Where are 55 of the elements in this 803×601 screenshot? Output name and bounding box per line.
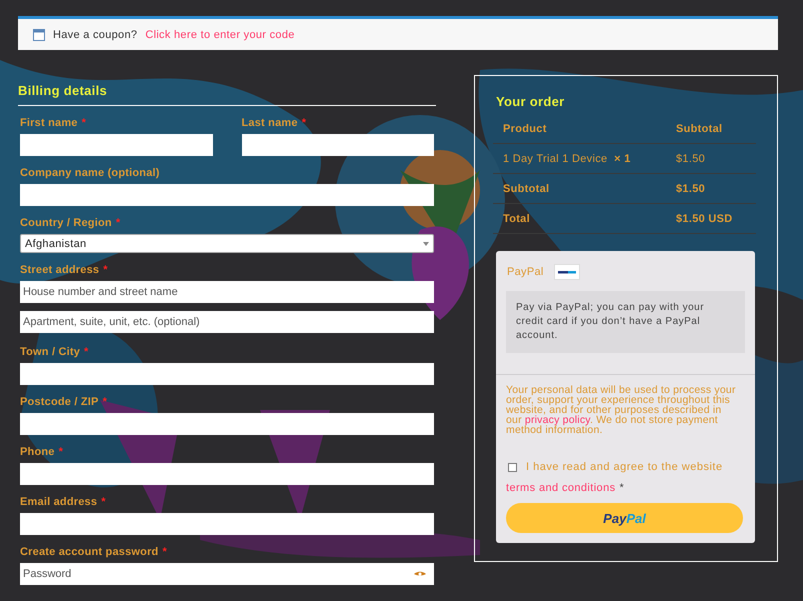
table-cell: $1.50 bbox=[676, 152, 706, 164]
payment-description: Pay via PayPal; you can pay with your credit card if you don’t have a PayPal account. bbox=[506, 291, 745, 353]
coupon-text: Have a coupon? bbox=[53, 28, 138, 40]
required-mark: * bbox=[302, 117, 306, 130]
table-cell-text: Total bbox=[503, 212, 531, 224]
field-label: Create account password bbox=[20, 546, 158, 559]
input-field[interactable] bbox=[20, 413, 434, 435]
required-mark: * bbox=[103, 264, 108, 277]
privacy-notice: Your personal data will be used to process your order, support your experience throughout this website, and for other purposes described in our privacy policy. We do not store payment method information. bbox=[506, 385, 737, 435]
field-label: Last name bbox=[242, 117, 298, 130]
field-label: Town / City bbox=[20, 346, 80, 359]
input-field[interactable] bbox=[20, 363, 434, 385]
password-field[interactable]: Password bbox=[20, 563, 434, 585]
billing-heading: Billing details bbox=[18, 70, 436, 106]
table-cell: $1.50 USD bbox=[676, 212, 733, 224]
input-field[interactable]: House number and street name bbox=[20, 281, 434, 303]
calendar-icon bbox=[33, 28, 45, 40]
column-header: Product bbox=[503, 122, 548, 134]
required-mark: * bbox=[102, 396, 107, 409]
terms-link[interactable]: terms and conditions bbox=[506, 482, 616, 494]
required-mark: * bbox=[620, 482, 624, 494]
field-label: Company name (optional) bbox=[20, 167, 160, 180]
input-field[interactable] bbox=[242, 134, 434, 156]
input-field[interactable] bbox=[20, 463, 434, 485]
required-mark: * bbox=[101, 496, 106, 509]
input-field[interactable]: Apartment, suite, unit, etc. (optional) bbox=[20, 311, 434, 333]
table-cell: $1.50 bbox=[676, 182, 706, 194]
field-label: Phone bbox=[20, 446, 55, 459]
coupon-link[interactable]: Click here to enter your code bbox=[145, 28, 295, 40]
input-field[interactable] bbox=[20, 513, 434, 535]
field-label: Street address bbox=[20, 264, 100, 277]
input-field[interactable] bbox=[20, 134, 212, 156]
required-mark: * bbox=[116, 217, 120, 230]
order-heading: Your order bbox=[496, 94, 566, 109]
field-label: Email address bbox=[20, 496, 98, 509]
table-cell-text: 1 Day Trial 1 Device × 1 bbox=[503, 152, 632, 164]
required-mark: * bbox=[162, 546, 167, 559]
required-mark: * bbox=[58, 446, 63, 459]
required-mark: * bbox=[82, 117, 86, 130]
column-header: Subtotal bbox=[676, 122, 722, 134]
terms-checkbox[interactable] bbox=[508, 462, 517, 472]
field-label: First name bbox=[20, 117, 78, 130]
country-select[interactable]: Afghanistan bbox=[20, 234, 434, 253]
required-mark: * bbox=[84, 346, 88, 359]
caret-icon bbox=[423, 242, 429, 246]
eye-icon[interactable] bbox=[414, 571, 426, 577]
privacy-link[interactable]: privacy policy bbox=[524, 414, 590, 426]
paypal-mark-icon bbox=[554, 264, 580, 280]
table-cell-text: Subtotal bbox=[503, 182, 550, 194]
paypal-button[interactable]: PayPal bbox=[506, 503, 743, 533]
field-label: Postcode / ZIP bbox=[20, 396, 99, 409]
payment-method-label[interactable]: PayPal bbox=[507, 266, 544, 278]
terms-text: I have read and agree to the website bbox=[526, 461, 723, 473]
input-field[interactable] bbox=[20, 184, 434, 206]
field-label: Country / Region bbox=[20, 217, 112, 230]
